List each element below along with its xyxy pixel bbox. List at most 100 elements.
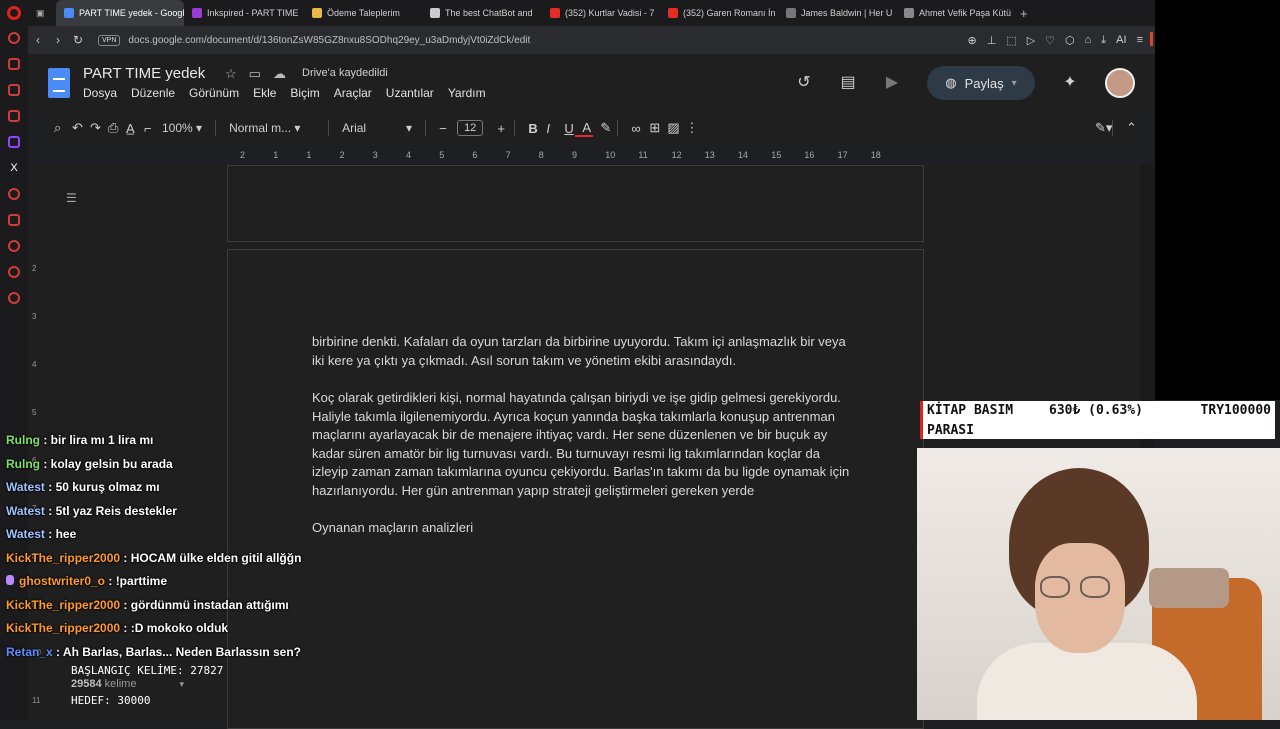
menu-item[interactable]: Uzantılar (386, 86, 434, 100)
chat-message: Watest : hee (6, 526, 426, 550)
ruler-tick: 6 (472, 150, 478, 160)
collapse-icon[interactable]: ⌃ (1119, 120, 1137, 136)
chat-username: KickThe_ripper2000 (6, 550, 121, 565)
text-color-button[interactable]: A (575, 120, 594, 137)
comments-icon[interactable]: ▤ (839, 74, 857, 92)
twitch-icon[interactable] (8, 136, 20, 148)
gamepad-icon[interactable] (8, 84, 20, 96)
comment-add-icon[interactable]: ⊞ (642, 120, 660, 136)
heart-icon[interactable]: ♡ (1045, 34, 1055, 47)
menu-item[interactable]: Yardım (448, 86, 486, 100)
back-icon[interactable]: ‹ (28, 33, 48, 47)
browser-tab[interactable]: (352) Kurtlar Vadisi - 7 (542, 0, 660, 26)
avatar[interactable] (1105, 68, 1135, 98)
extensions-toolbar-icon[interactable]: ⬡ (1065, 34, 1075, 47)
download-icon[interactable]: ⤓ (1101, 34, 1106, 47)
browser-tab[interactable]: (352) Garen Romanı İn (660, 0, 778, 26)
ticker-label-line2: PARASI (927, 423, 974, 438)
extensions-icon[interactable] (8, 266, 20, 278)
browser-tab[interactable]: Inkspired - PART TIME (184, 0, 304, 26)
pin-icon[interactable]: ⊥ (987, 34, 997, 47)
menu-item[interactable]: Ekle (253, 86, 276, 100)
spellcheck-icon[interactable]: A̲ (119, 121, 137, 136)
undo-icon[interactable]: ↶ (65, 120, 83, 136)
chat-text: 50 kuruş olmaz mı (55, 480, 160, 494)
browser-tab[interactable]: PART TIME yedek - Google (56, 0, 184, 26)
url-field[interactable]: docs.google.com/document/d/136tonZsW85GZ… (128, 35, 967, 46)
messenger-icon[interactable] (8, 58, 20, 70)
snapshot-icon[interactable]: ⬚ (1006, 34, 1016, 47)
menu-item[interactable]: Biçim (290, 86, 319, 100)
outline-icon[interactable]: ☰ (66, 191, 77, 205)
home-icon[interactable] (8, 32, 20, 44)
aria-ai-button[interactable]: AI (1116, 34, 1126, 47)
zoom-icon[interactable]: ⊕ (967, 34, 976, 47)
new-tab-icon[interactable]: + (1012, 0, 1036, 26)
ruler-tick: 18 (870, 150, 881, 160)
x-twitter-icon[interactable]: X (8, 162, 20, 174)
forward-icon[interactable]: › (48, 33, 68, 47)
image-icon[interactable]: ▨ (660, 120, 679, 136)
bold-button[interactable]: B (521, 121, 539, 136)
menu-icon[interactable]: ≡ (1137, 34, 1143, 47)
underline-button[interactable]: U (557, 121, 575, 136)
editing-mode-icon[interactable]: ✎▾ (1088, 120, 1112, 136)
horizontal-ruler[interactable]: 2 1 1 2 3 4 5 6 7 8 9 10 11 12 13 14 15 16 17 18 (228, 150, 922, 164)
reload-icon[interactable]: ↻ (68, 33, 88, 47)
chat-separator: : (120, 597, 131, 612)
redo-icon[interactable]: ↷ (83, 120, 101, 136)
gmail-icon[interactable] (8, 110, 20, 122)
gemini-icon[interactable]: ✦ (1061, 74, 1079, 92)
style-value: Normal m... (229, 121, 292, 135)
star-icon[interactable]: ☆ (225, 66, 237, 82)
play-icon[interactable]: ▷ (1027, 34, 1035, 47)
menu-item[interactable]: Dosya (83, 86, 117, 100)
menu-item[interactable]: Araçlar (334, 86, 372, 100)
paint-format-icon[interactable]: ⌐ (137, 121, 155, 136)
document-title[interactable]: PART TIME yedek (83, 65, 205, 82)
search-menus-icon[interactable]: ⌕ (47, 120, 65, 136)
browser-tab[interactable]: Ödeme Taleplerim (304, 0, 422, 26)
chat-text: HOCAM ülke elden gitil allğğn (130, 550, 302, 565)
chat-message: ghostwriter0_o : !parttime (6, 573, 426, 597)
italic-button[interactable]: I (539, 121, 557, 136)
chat-separator: : (120, 550, 131, 565)
history-icon[interactable] (8, 240, 20, 252)
meet-icon[interactable]: ▶ (883, 74, 901, 92)
word-count-value: 29584 (71, 678, 102, 690)
chat-message: Rulng : kolay gelsin bu arada (6, 456, 426, 480)
tab-label: The best ChatBot and (445, 8, 533, 18)
share-button[interactable]: ◍ Paylaş ▾ (927, 66, 1035, 100)
chevron-down-icon[interactable]: ▾ (1012, 78, 1017, 89)
browser-tab[interactable]: James Baldwin | Her U (778, 0, 896, 26)
menu-item[interactable]: Görünüm (189, 86, 239, 100)
move-folder-icon[interactable]: ▭ (249, 66, 261, 82)
chevron-down-icon[interactable]: ▾ (180, 679, 185, 689)
paragraph-1[interactable]: birbirine denkti. Kafaları da oyun tarzl… (312, 333, 852, 370)
browser-tab[interactable]: The best ChatBot and (422, 0, 542, 26)
browser-tab[interactable]: Ahmet Vefik Paşa Kütü (896, 0, 1012, 26)
font-size-input[interactable]: 12 (457, 120, 484, 136)
cloud-icon[interactable]: ☁ (273, 66, 286, 82)
settings-icon[interactable] (8, 292, 20, 304)
highlight-icon[interactable]: ✎ (593, 120, 611, 136)
version-history-icon[interactable]: ↺ (795, 74, 813, 92)
workspaces-icon[interactable]: ▣ (28, 0, 56, 26)
bookmark-icon[interactable] (8, 214, 20, 226)
tab-favicon-icon (312, 8, 322, 18)
vpn-badge[interactable]: VPN (98, 34, 121, 46)
zoom-select[interactable]: 100% ▾ (155, 121, 209, 135)
font-select[interactable]: Arial ▾ (335, 121, 419, 135)
google-docs-icon[interactable] (48, 68, 70, 98)
increase-size-icon[interactable]: + (490, 121, 508, 136)
player-icon[interactable] (8, 188, 20, 200)
ruler-tick: 16 (804, 150, 815, 160)
decrease-size-icon[interactable]: − (432, 121, 450, 136)
print-icon[interactable]: ⎙ (101, 120, 119, 136)
style-select[interactable]: Normal m... ▾ (222, 121, 322, 135)
more-icon[interactable]: ⋮ (678, 120, 698, 136)
link-icon[interactable]: ∞ (624, 121, 642, 136)
opera-logo-icon[interactable] (0, 0, 28, 26)
easy-setup-icon[interactable]: ⌂ (1085, 34, 1092, 47)
menu-item[interactable]: Düzenle (131, 86, 175, 100)
